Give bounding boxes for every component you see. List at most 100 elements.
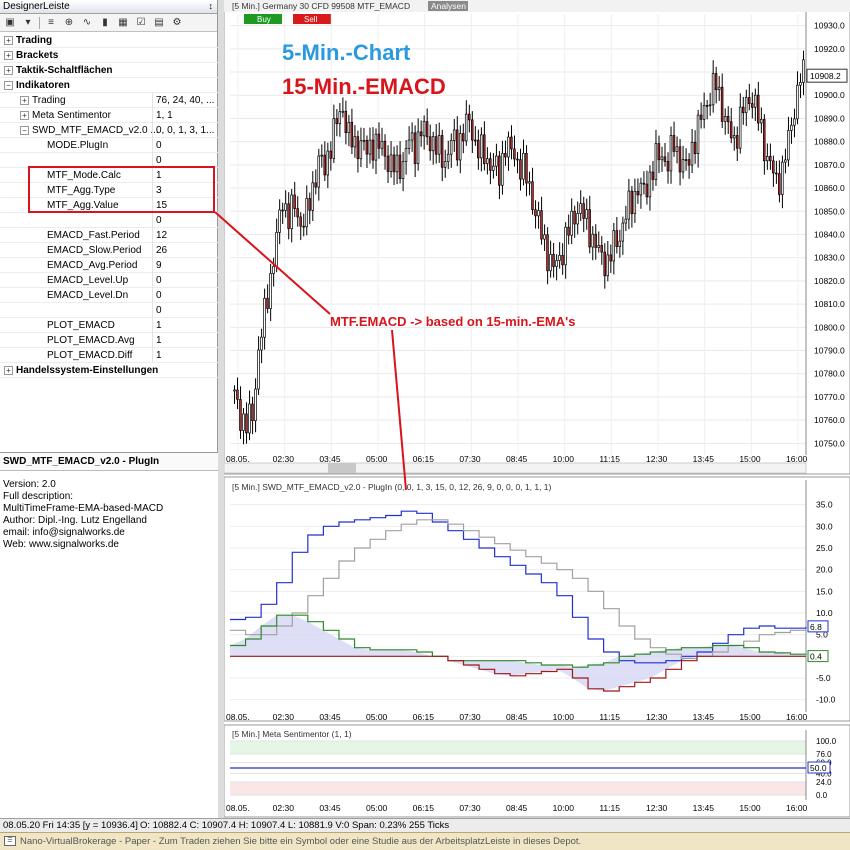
expand-icon[interactable]: + [4, 66, 13, 75]
property-row[interactable]: PLOT_EMACD.Diff 1 [0, 348, 218, 363]
property-row[interactable]: EMACD_Level.Up 0 [0, 273, 218, 288]
candle-body [263, 297, 266, 338]
candle-body [657, 143, 661, 161]
property-row[interactable]: + Trading [0, 33, 218, 48]
candle-body [305, 198, 308, 228]
property-row[interactable]: 0 [0, 303, 218, 318]
chart-canvas[interactable]: [5 Min.] Germany 30 CFD 99508 MTF_EMACD A… [223, 0, 850, 818]
price-panel [223, 0, 850, 475]
y-tick-label: 10810.0 [814, 299, 845, 309]
property-value[interactable]: 0 [156, 138, 162, 153]
property-value[interactable]: 1 [156, 318, 162, 333]
candle-body [353, 136, 357, 148]
property-row[interactable]: − Indikatoren [0, 78, 218, 93]
candle-body [311, 182, 314, 211]
property-row[interactable]: + Brackets [0, 48, 218, 63]
property-row[interactable]: + Taktik-Schaltflächen [0, 63, 218, 78]
property-value[interactable]: 1 [156, 333, 162, 348]
candle-body [585, 209, 588, 219]
expand-icon[interactable]: + [4, 51, 13, 60]
horizontal-scrollbar[interactable] [223, 462, 807, 474]
candle-body [449, 140, 453, 155]
candle-body [299, 216, 302, 227]
candle-body [461, 133, 465, 142]
designer-title-bar: DesignerLeiste ↕ [0, 0, 217, 14]
candle-body [470, 119, 474, 141]
property-value[interactable]: 0 [156, 273, 162, 288]
y-tick-label: 10830.0 [814, 253, 845, 263]
candle-body [603, 251, 606, 277]
macd-header: [5 Min.] SWD_MTF_EMACD_v2.0 - PlugIn (0,… [232, 482, 552, 492]
property-row[interactable]: + Handelssystem-Einstellungen [0, 363, 218, 378]
property-value[interactable]: 12 [156, 228, 167, 243]
y-tick-label: 10750.0 [814, 438, 845, 448]
chart-header: [5 Min.] Germany 30 CFD 99508 MTF_EMACD [232, 1, 410, 11]
sell-label: Sell [304, 15, 318, 24]
candle-body [738, 106, 742, 149]
property-value[interactable]: 26 [156, 243, 167, 258]
property-value[interactable]: 0 [156, 213, 162, 228]
candle-body [368, 139, 372, 155]
candle-body [510, 136, 513, 150]
property-row[interactable]: MODE.PlugIn 0 [0, 138, 218, 153]
property-row[interactable]: + Meta Sentimentor 1, 1 [0, 108, 218, 123]
property-row[interactable]: + Trading 76, 24, 40, ... [0, 93, 218, 108]
property-value[interactable]: 1, 1 [156, 108, 173, 123]
candle-body [775, 172, 778, 175]
y-tick-label: 10790.0 [814, 346, 845, 356]
bar-chart-icon[interactable]: ▮ [98, 16, 112, 30]
table-icon[interactable]: ▤ [152, 16, 166, 30]
property-row[interactable]: EMACD_Avg.Period 9 [0, 258, 218, 273]
y-tick-label: 10880.0 [814, 137, 845, 147]
candle-body [753, 94, 757, 108]
expand-icon[interactable]: + [4, 366, 13, 375]
candle-body [609, 254, 612, 262]
collapse-icon[interactable]: − [20, 126, 29, 135]
candle-body [546, 234, 549, 272]
expand-icon[interactable]: + [20, 96, 29, 105]
candle-body [314, 182, 317, 188]
add-study-icon[interactable]: ▣ [3, 16, 17, 30]
property-row[interactable]: EMACD_Level.Dn 0 [0, 288, 218, 303]
expand-icon[interactable]: + [4, 36, 13, 45]
property-row[interactable]: EMACD_Fast.Period 12 [0, 228, 218, 243]
property-value[interactable]: 0 [156, 288, 162, 303]
checkbox-icon[interactable]: ☑ [134, 16, 148, 30]
property-row[interactable]: EMACD_Slow.Period 26 [0, 243, 218, 258]
property-label: Trading [16, 35, 53, 46]
candle-body [690, 141, 694, 166]
candle-body [504, 153, 507, 158]
candle-body [437, 135, 441, 155]
x-tick-label: 07:30 [459, 712, 481, 722]
settings-icon[interactable]: ⚙ [170, 16, 184, 30]
description-line: Web: www.signalworks.de [3, 539, 119, 550]
property-row[interactable]: − SWD_MTF_EMACD_v2.0 ... 0, 0, 1, 3, 1... [0, 123, 218, 138]
candle-body [612, 230, 615, 262]
line-chart-icon[interactable]: ∿ [80, 16, 94, 30]
property-value[interactable]: 0, 0, 1, 3, 1... [156, 123, 214, 138]
candle-body [492, 165, 495, 171]
y-tick-label: 100.0 [816, 737, 837, 746]
property-value[interactable]: 76, 24, 40, ... [156, 93, 214, 108]
y-tick-label: 24.0 [816, 778, 832, 787]
property-row[interactable]: PLOT_EMACD 1 [0, 318, 218, 333]
property-value[interactable]: 0 [156, 303, 162, 318]
grid-icon[interactable]: ▦ [116, 16, 130, 30]
property-value[interactable]: 1 [156, 348, 162, 363]
property-row[interactable]: PLOT_EMACD.Avg 1 [0, 333, 218, 348]
expand-icon[interactable]: + [20, 111, 29, 120]
collapse-icon[interactable]: − [4, 81, 13, 90]
zoom-icon[interactable]: ⊕ [62, 16, 76, 30]
property-row[interactable]: 0 [0, 213, 218, 228]
dropdown-arrow-icon[interactable]: ▾ [21, 16, 35, 30]
candle-body [260, 336, 263, 351]
candle-body [236, 389, 239, 400]
macd-label-b: 0.4 [810, 652, 822, 662]
property-value[interactable]: 9 [156, 258, 162, 273]
pin-icon[interactable]: ↕ [209, 1, 214, 11]
chart-title-2: 15-Min.-EMACD [282, 74, 446, 99]
list-icon[interactable]: ≡ [44, 16, 58, 30]
x-tick-label: 06:15 [413, 712, 435, 722]
candle-body [278, 209, 281, 233]
scrollbar-thumb[interactable] [328, 463, 356, 473]
